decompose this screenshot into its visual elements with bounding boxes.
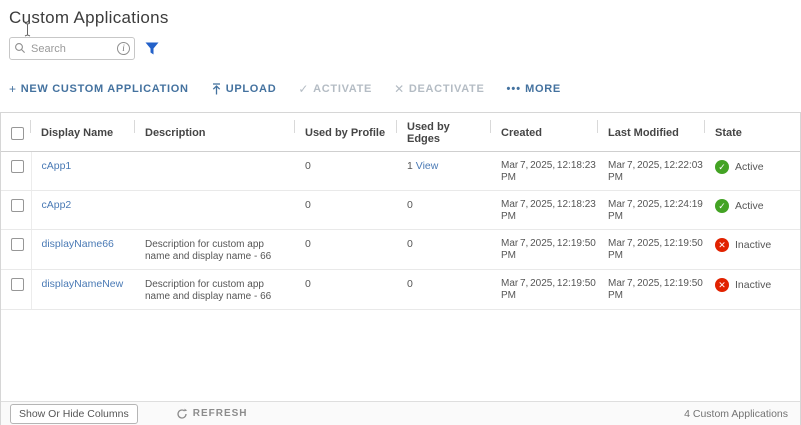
used-by-edges-cell: 0 xyxy=(397,230,491,270)
x-icon: ✕ xyxy=(394,84,405,94)
row-checkbox[interactable] xyxy=(11,199,24,212)
used-by-profile-cell: 0 xyxy=(295,230,397,270)
custom-applications-page: { "page": { "title": "Custom Application… xyxy=(0,8,801,425)
col-header-display-name: Display Name xyxy=(31,113,135,152)
description-cell: Description for custom app name and disp… xyxy=(135,270,295,310)
used-by-edges-cell: 0 xyxy=(397,191,491,230)
col-header-created: Created xyxy=(491,113,598,152)
col-header-last-modified: Last Modified xyxy=(598,113,705,152)
refresh-button[interactable]: REFRESH xyxy=(176,408,248,420)
used-by-profile-cell: 0 xyxy=(295,270,397,310)
select-all-checkbox[interactable] xyxy=(11,127,24,140)
created-cell: Mar 7, 2025, 12:18:23 PM xyxy=(491,191,598,230)
active-state-icon: ✓ xyxy=(715,160,729,174)
search-box: i xyxy=(9,37,135,60)
empty-grid-area xyxy=(1,310,800,401)
refresh-icon xyxy=(176,408,188,420)
inactive-state-icon: ✕ xyxy=(715,238,729,252)
state-cell: ✓ Active xyxy=(705,191,800,230)
more-button[interactable]: ••• MORE xyxy=(507,83,561,95)
last-modified-cell: Mar 7, 2025, 12:24:19 PM xyxy=(598,191,705,230)
state-label: Active xyxy=(735,161,764,174)
last-modified-cell: Mar 7, 2025, 12:19:50 PM xyxy=(598,270,705,310)
search-row: i xyxy=(9,37,801,60)
display-name-link[interactable]: cApp1 xyxy=(42,160,72,172)
last-modified-cell: Mar 7, 2025, 12:22:03 PM xyxy=(598,152,705,191)
used-by-edges-cell: 1 View xyxy=(397,152,491,191)
row-checkbox[interactable] xyxy=(11,278,24,291)
header-row: Display Name Description Used by Profile… xyxy=(1,113,800,152)
check-icon: ✓ xyxy=(298,84,309,94)
col-header-state: State xyxy=(705,113,800,152)
new-custom-application-button[interactable]: + NEW CUSTOM APPLICATION xyxy=(9,83,189,95)
state-cell: ✕ Inactive xyxy=(705,230,800,270)
view-edges-link[interactable]: View xyxy=(416,160,439,172)
display-name-link[interactable]: cApp2 xyxy=(42,199,72,211)
grid-footer: Show Or Hide Columns REFRESH 4 Custom Ap… xyxy=(1,401,800,425)
last-modified-cell: Mar 7, 2025, 12:19:50 PM xyxy=(598,230,705,270)
created-cell: Mar 7, 2025, 12:18:23 PM xyxy=(491,152,598,191)
state-label: Inactive xyxy=(735,239,771,252)
col-header-used-by-edges: Used by Edges xyxy=(397,113,491,152)
custom-applications-table: Display Name Description Used by Profile… xyxy=(1,113,800,310)
text-cursor-icon xyxy=(23,22,32,37)
select-all-header xyxy=(1,113,31,152)
used-by-profile-cell: 0 xyxy=(295,152,397,191)
display-name-link[interactable]: displayNameNew xyxy=(42,278,124,290)
page-title: Custom Applications xyxy=(9,8,801,28)
toolbar: + NEW CUSTOM APPLICATION UPLOAD ✓ ACTIVA… xyxy=(9,81,801,96)
display-name-link[interactable]: displayName66 xyxy=(42,238,114,250)
row-select-cell xyxy=(1,152,31,191)
col-header-used-by-profile: Used by Profile xyxy=(295,113,397,152)
table-row: cApp2 0 0 Mar 7, 2025, 12:18:23 PM Mar 7… xyxy=(1,191,800,230)
row-select-cell xyxy=(1,270,31,310)
inactive-state-icon: ✕ xyxy=(715,278,729,292)
state-cell: ✕ Inactive xyxy=(705,270,800,310)
row-checkbox[interactable] xyxy=(11,160,24,173)
state-label: Active xyxy=(735,200,764,213)
description-cell: Description for custom app name and disp… xyxy=(135,230,295,270)
deactivate-button[interactable]: ✕ DEACTIVATE xyxy=(394,83,484,95)
activate-button[interactable]: ✓ ACTIVATE xyxy=(298,83,372,95)
show-or-hide-columns-button[interactable]: Show Or Hide Columns xyxy=(10,404,138,424)
search-icon xyxy=(14,42,26,54)
description-cell xyxy=(135,152,295,191)
col-header-description: Description xyxy=(135,113,295,152)
created-cell: Mar 7, 2025, 12:19:50 PM xyxy=(491,270,598,310)
custom-applications-datagrid: Display Name Description Used by Profile… xyxy=(0,112,801,425)
state-cell: ✓ Active xyxy=(705,152,800,191)
row-count-label: 4 Custom Applications xyxy=(684,408,788,420)
table-row: displayNameNew Description for custom ap… xyxy=(1,270,800,310)
filter-icon[interactable] xyxy=(145,42,159,55)
row-checkbox[interactable] xyxy=(11,238,24,251)
table-row: displayName66 Description for custom app… xyxy=(1,230,800,270)
upload-icon xyxy=(211,83,222,95)
used-by-edges-cell: 0 xyxy=(397,270,491,310)
state-label: Inactive xyxy=(735,279,771,292)
used-by-profile-cell: 0 xyxy=(295,191,397,230)
active-state-icon: ✓ xyxy=(715,199,729,213)
created-cell: Mar 7, 2025, 12:19:50 PM xyxy=(491,230,598,270)
description-cell xyxy=(135,191,295,230)
row-select-cell xyxy=(1,230,31,270)
plus-icon: + xyxy=(9,84,17,94)
info-icon[interactable]: i xyxy=(117,42,130,55)
ellipsis-icon: ••• xyxy=(507,85,522,93)
row-select-cell xyxy=(1,191,31,230)
table-row: cApp1 0 1 View Mar 7, 2025, 12:18:23 PM … xyxy=(1,152,800,191)
upload-button[interactable]: UPLOAD xyxy=(211,83,277,95)
